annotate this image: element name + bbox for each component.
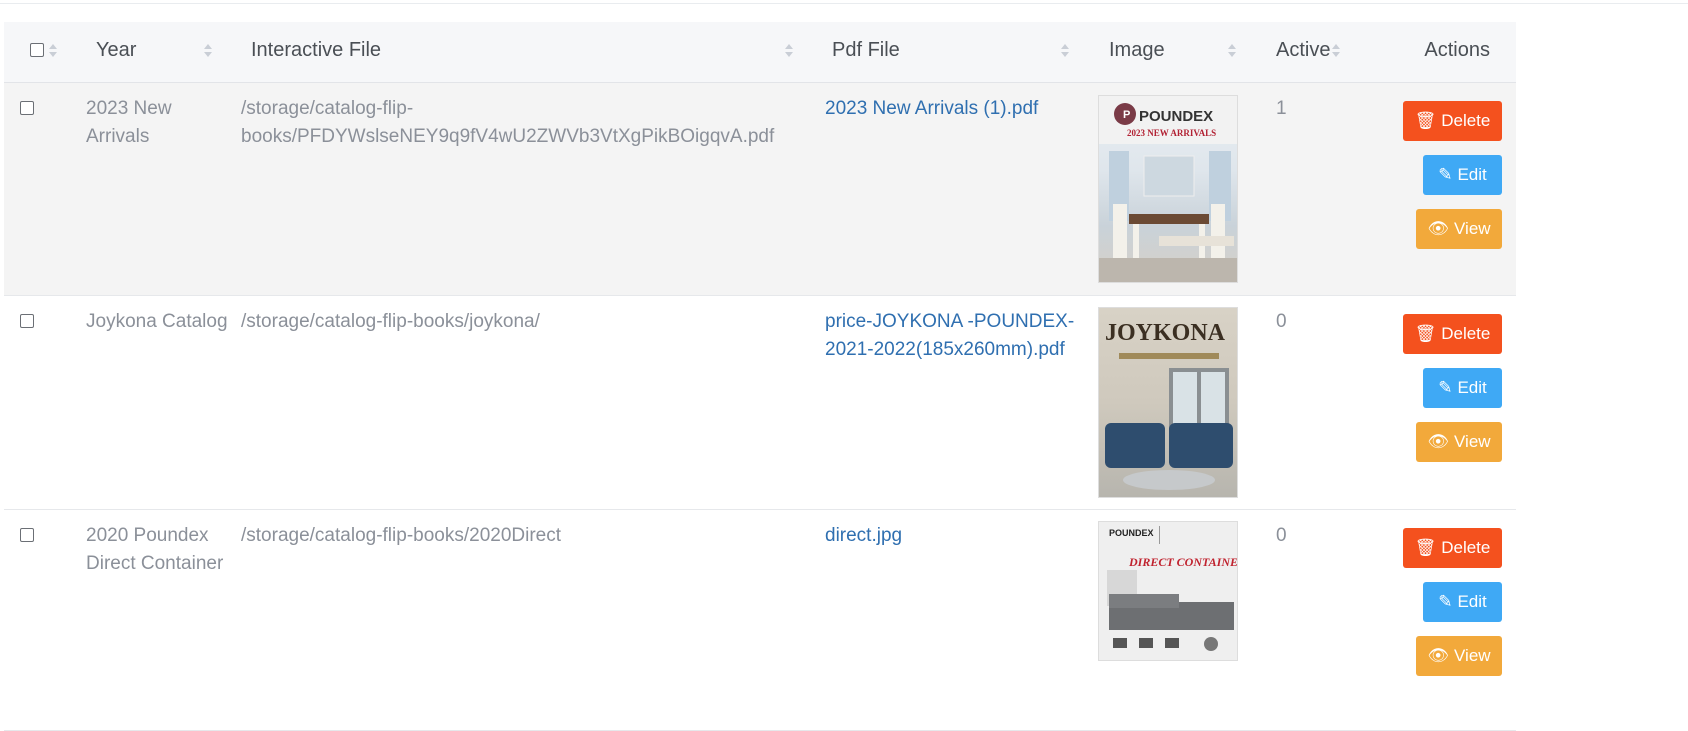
- actions-group: 🗑 Delete ✎ Edit 👁 View: [1371, 510, 1516, 730]
- actions-cell: 🗑 Delete ✎ Edit 👁 View: [1371, 295, 1516, 510]
- pdf-file-cell: price-JOYKONA -POUNDEX-2021-2022(185x260…: [821, 295, 1098, 510]
- interactive-file-cell: /storage/catalog-flip-books/2020Direct: [237, 509, 821, 731]
- row-checkbox[interactable]: [20, 527, 34, 542]
- delete-button[interactable]: 🗑 Delete: [1403, 527, 1502, 568]
- catalog-cover-image[interactable]: P POUNDEX 2023 NEW ARRIVALS: [1098, 94, 1238, 283]
- header-active[interactable]: Active: [1266, 22, 1371, 83]
- edit-label: Edit: [1457, 164, 1487, 184]
- header-image[interactable]: Image: [1098, 22, 1266, 83]
- header-select-all: [4, 22, 82, 83]
- year-cell: 2020 Poundex Direct Container: [82, 509, 237, 731]
- pdf-file-link[interactable]: 2023 New Arrivals (1).pdf: [825, 98, 1038, 119]
- cover-brand: POUNDEX: [1139, 108, 1213, 125]
- view-label: View: [1454, 645, 1491, 665]
- delete-button[interactable]: 🗑 Delete: [1403, 313, 1502, 354]
- row-select-cell: [4, 509, 82, 731]
- header-row: Year Interactive File Pdf File Image Act…: [4, 22, 1516, 83]
- table-row: 2020 Poundex Direct Container /storage/c…: [4, 509, 1516, 731]
- edit-label: Edit: [1457, 591, 1487, 611]
- row-checkbox[interactable]: [20, 100, 34, 115]
- interactive-file-cell: /storage/catalog-flip-books/PFDYWslseNEY…: [237, 82, 821, 296]
- header-actions: Actions: [1371, 22, 1516, 83]
- sort-icon[interactable]: [1332, 43, 1340, 59]
- year-cell: Joykona Catalog: [82, 295, 237, 510]
- delete-label: Delete: [1441, 110, 1491, 130]
- table-row: 2023 New Arrivals /storage/catalog-flip-…: [4, 82, 1516, 296]
- view-button[interactable]: 👁 View: [1416, 208, 1502, 249]
- view-button[interactable]: 👁 View: [1416, 635, 1502, 676]
- svg-text:P: P: [1123, 109, 1130, 121]
- active-cell: 0: [1266, 509, 1371, 731]
- delete-label: Delete: [1441, 323, 1491, 343]
- edit-button[interactable]: ✎ Edit: [1423, 367, 1502, 408]
- header-year[interactable]: Year: [82, 22, 237, 83]
- cover-illustration: JOYKONA: [1105, 320, 1233, 490]
- sort-icon[interactable]: [204, 43, 212, 59]
- sort-icon[interactable]: [49, 43, 57, 59]
- header-pdf-file[interactable]: Pdf File: [821, 22, 1098, 83]
- cover-caption: DIRECT CONTAINER: [1128, 555, 1238, 569]
- image-cell: POUNDEX DIRECT CONTAINER: [1098, 509, 1266, 731]
- cover-brand: POUNDEX: [1109, 528, 1154, 538]
- row-select-cell: [4, 82, 82, 296]
- catalog-table: Year Interactive File Pdf File Image Act…: [4, 22, 1516, 731]
- header-year-label: Year: [96, 39, 137, 61]
- actions-group: 🗑 Delete ✎ Edit 👁 View: [1371, 83, 1516, 295]
- pdf-file-cell: 2023 New Arrivals (1).pdf: [821, 82, 1098, 296]
- actions-group: 🗑 Delete ✎ Edit 👁 View: [1371, 296, 1516, 509]
- cover-brand: JOYKONA: [1105, 320, 1226, 346]
- image-cell: JOYKONA: [1098, 295, 1266, 510]
- trash-icon: 🗑: [1414, 323, 1437, 343]
- catalog-cover-image[interactable]: JOYKONA: [1098, 306, 1238, 498]
- view-label: View: [1454, 431, 1491, 451]
- sort-icon[interactable]: [785, 43, 793, 59]
- table-body: 2023 New Arrivals /storage/catalog-flip-…: [4, 82, 1516, 731]
- interactive-file-cell: /storage/catalog-flip-books/joykona/: [237, 295, 821, 510]
- actions-cell: 🗑 Delete ✎ Edit 👁 View: [1371, 82, 1516, 296]
- select-all-checkbox[interactable]: [30, 43, 44, 57]
- edit-icon: ✎: [1438, 377, 1453, 397]
- eye-icon: 👁: [1427, 218, 1450, 238]
- eye-icon: 👁: [1427, 645, 1450, 665]
- sort-icon[interactable]: [1228, 43, 1236, 59]
- delete-label: Delete: [1441, 537, 1491, 557]
- catalog-cover-image[interactable]: POUNDEX DIRECT CONTAINER: [1098, 520, 1238, 661]
- edit-icon: ✎: [1438, 164, 1453, 184]
- active-cell: 0: [1266, 295, 1371, 510]
- edit-button[interactable]: ✎ Edit: [1423, 154, 1502, 195]
- header-actions-label: Actions: [1424, 39, 1490, 61]
- trash-icon: 🗑: [1414, 537, 1437, 557]
- cover-illustration: POUNDEX DIRECT CONTAINER: [1107, 525, 1238, 651]
- image-cell: P POUNDEX 2023 NEW ARRIVALS: [1098, 82, 1266, 296]
- row-select-cell: [4, 295, 82, 510]
- actions-cell: 🗑 Delete ✎ Edit 👁 View: [1371, 509, 1516, 731]
- edit-icon: ✎: [1438, 591, 1453, 611]
- cover-caption: 2023 NEW ARRIVALS: [1127, 128, 1216, 138]
- active-cell: 1: [1266, 82, 1371, 296]
- trash-icon: 🗑: [1414, 110, 1437, 130]
- top-divider: [0, 3, 1688, 4]
- pdf-file-cell: direct.jpg: [821, 509, 1098, 731]
- header-image-label: Image: [1109, 39, 1165, 61]
- header-active-label: Active: [1276, 39, 1331, 61]
- view-button[interactable]: 👁 View: [1416, 421, 1502, 462]
- eye-icon: 👁: [1427, 431, 1450, 451]
- header-interactive-file-label: Interactive File: [251, 39, 382, 61]
- delete-button[interactable]: 🗑 Delete: [1403, 100, 1502, 141]
- pdf-file-link[interactable]: direct.jpg: [825, 525, 902, 546]
- pdf-file-link[interactable]: price-JOYKONA -POUNDEX-2021-2022(185x260…: [825, 311, 1074, 360]
- table-header: Year Interactive File Pdf File Image Act…: [4, 22, 1516, 83]
- row-checkbox[interactable]: [20, 313, 34, 328]
- view-label: View: [1454, 218, 1491, 238]
- edit-button[interactable]: ✎ Edit: [1423, 581, 1502, 622]
- year-cell: 2023 New Arrivals: [82, 82, 237, 296]
- table-row: Joykona Catalog /storage/catalog-flip-bo…: [4, 295, 1516, 510]
- edit-label: Edit: [1457, 377, 1487, 397]
- header-interactive-file[interactable]: Interactive File: [237, 22, 821, 83]
- header-pdf-file-label: Pdf File: [832, 39, 900, 61]
- cover-illustration: P POUNDEX 2023 NEW ARRIVALS: [1099, 95, 1237, 282]
- catalog-table-container: Year Interactive File Pdf File Image Act…: [4, 22, 1516, 731]
- sort-icon[interactable]: [1061, 43, 1069, 59]
